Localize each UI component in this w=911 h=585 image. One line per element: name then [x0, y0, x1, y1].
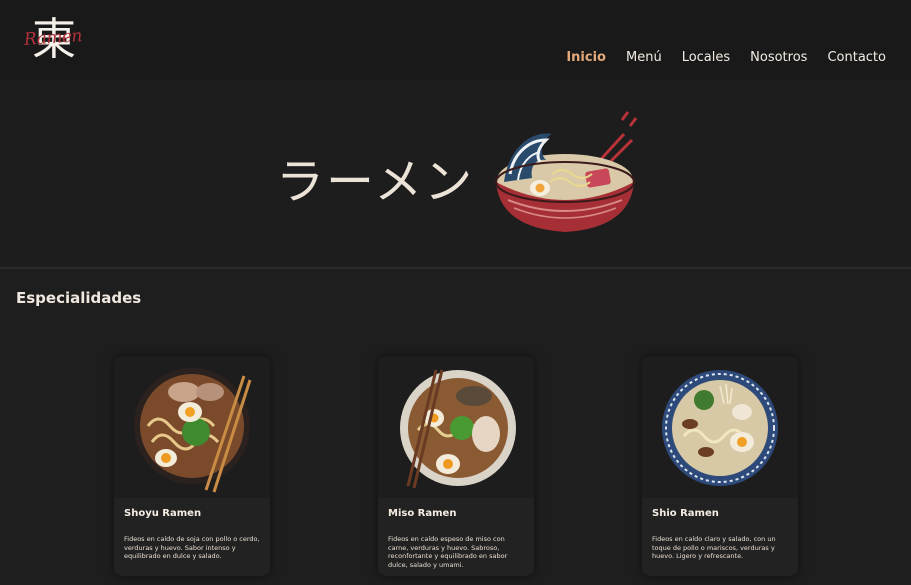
nav-item-contacto[interactable]: Contacto [827, 50, 886, 65]
menu-card[interactable]: Miso Ramen Fideos en caldo espeso de mis… [378, 356, 534, 576]
site-header: 東 Ramen Inicio Menú Locales Nosotros Con… [0, 0, 911, 80]
card-title: Shio Ramen [652, 508, 719, 519]
hero-title: ラーメン [276, 154, 475, 210]
ramen-bowl-wave-icon [495, 111, 638, 232]
logo[interactable]: 東 Ramen [23, 14, 92, 70]
shio-ramen-image [642, 356, 798, 498]
card-description: Fideos en caldo de soja con pollo o cerd… [124, 535, 260, 560]
section-heading: Especialidades [16, 289, 142, 307]
logo-script: Ramen [23, 26, 83, 50]
miso-ramen-image [378, 356, 534, 498]
nav-item-nosotros[interactable]: Nosotros [750, 50, 807, 65]
card-description: Fideos en caldo espeso de miso con carne… [388, 535, 508, 569]
card-description: Fideos en caldo claro y salado, con un t… [652, 535, 776, 560]
nav-item-inicio[interactable]: Inicio [566, 50, 606, 65]
shoyu-ramen-image [114, 356, 270, 498]
nav-item-menu[interactable]: Menú [626, 50, 662, 65]
nav-item-locales[interactable]: Locales [682, 50, 730, 65]
menu-card[interactable]: Shoyu Ramen Fideos en caldo de soja con … [114, 356, 270, 576]
menu-card[interactable]: Shio Ramen Fideos en caldo claro y salad… [642, 356, 798, 576]
main-nav: Inicio Menú Locales Nosotros Contacto [566, 50, 886, 65]
card-title: Miso Ramen [388, 508, 457, 519]
hero-banner: ラーメン [0, 80, 911, 269]
card-title: Shoyu Ramen [124, 508, 202, 519]
